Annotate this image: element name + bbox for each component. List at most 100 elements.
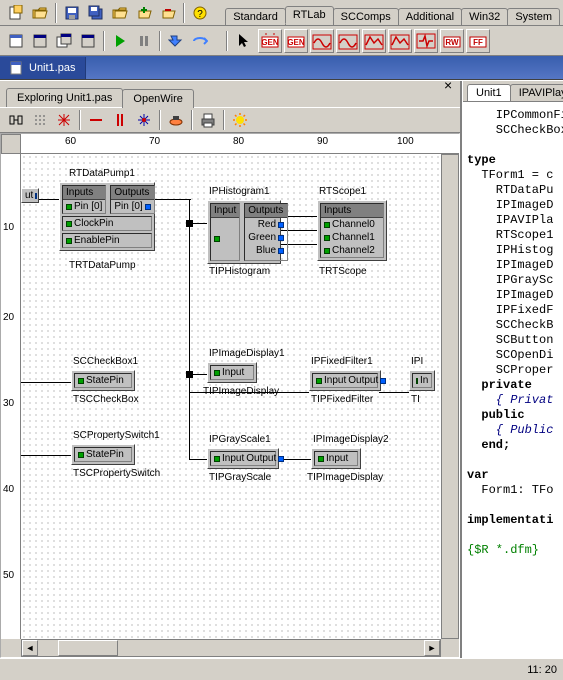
code-line: SCCheckB [467,318,553,332]
ow-tool-5[interactable] [109,109,131,131]
palette-tab-standard[interactable]: Standard [225,8,286,25]
palette-tab-additional[interactable]: Additional [398,8,462,25]
view-form-button[interactable] [29,30,51,52]
ow-tool-3[interactable] [53,109,75,131]
component-type: TRTDataPump [69,260,136,271]
toggle-form-unit-button[interactable] [53,30,75,52]
code-line: type [467,153,496,167]
file-tab-unit1[interactable]: Unit1.pas [0,57,86,79]
scroll-left-button[interactable]: ◄ [22,640,38,656]
palette-component-6[interactable] [388,29,412,53]
component-label: IPI [411,356,423,367]
component-cutoff-left[interactable]: ut [21,188,39,203]
save-button[interactable] [61,2,83,24]
code-line: SCProper [467,363,553,377]
scrollbar-horizontal[interactable]: ◄ ► [21,639,441,657]
component-ipfixedfilter[interactable]: InputOutput [309,370,381,391]
svg-text:RW: RW [445,38,459,47]
component-iphistogram[interactable]: Input Outputs Red Green Blue [207,200,281,264]
component-type: TIPImageDisplay [307,472,383,483]
help-button[interactable]: ? [189,2,211,24]
code-line: IPImageD [467,198,553,212]
ruler-tick: 60 [65,136,76,147]
scroll-thumb[interactable] [58,640,118,656]
pause-button[interactable] [133,30,155,52]
pin-label: EnablePin [74,235,120,246]
add-to-project-button[interactable] [133,2,155,24]
ow-tool-8[interactable] [229,109,251,131]
component-ipimagedisplay2[interactable]: Input [311,448,361,469]
code-editor[interactable]: IPCommonFi SCCheckBox type TForm1 = c RT… [463,102,563,658]
code-line: implementati [467,513,553,527]
close-panel-button[interactable]: × [444,81,454,91]
palette-component-3[interactable] [310,29,334,53]
component-ipi[interactable]: In [409,370,435,391]
pin-label: In [420,375,428,386]
palette-component-9[interactable]: FF [466,29,490,53]
code-line: IPImageD [467,288,553,302]
separator [103,31,105,51]
component-rtdatapump[interactable]: Inputs Pin [0] Outputs Pin [0] ClockPin … [59,182,155,251]
palette-tabs: Standard RTLab SCComps Additional Win32 … [225,2,559,24]
open-project-button[interactable] [109,2,131,24]
palette-tab-rtlab[interactable]: RTLab [285,6,334,24]
ruler-tick: 10 [3,222,14,233]
code-line: { Public [467,423,553,437]
ow-tool-2[interactable] [29,109,51,131]
svg-text:?: ? [197,9,203,20]
palette-pointer-button[interactable] [232,29,256,53]
code-tab-unit1[interactable]: Unit1 [467,84,511,101]
designer-tab-exploring[interactable]: Exploring Unit1.pas [6,88,123,107]
canvas[interactable]: ut RTDataPump1 Inputs Pin [0] Outputs Pi… [21,154,441,639]
col-header: Outputs [111,186,153,200]
remove-from-project-button[interactable] [157,2,179,24]
pin-label: Pin [0] [74,201,102,212]
component-ipimagedisplay1[interactable]: Input [207,362,257,383]
component-label: IPFixedFilter1 [311,356,373,367]
component-type: TIPImageDisplay [203,386,279,397]
new-form-button[interactable] [77,30,99,52]
file-tab-label: Unit1.pas [29,62,75,74]
palette-tab-win32[interactable]: Win32 [461,8,508,25]
code-line: { Privat [467,393,553,407]
run-button[interactable] [109,30,131,52]
scrollbar-vertical[interactable] [441,154,459,639]
ruler-tick: 20 [3,312,14,323]
view-unit-button[interactable] [5,30,27,52]
save-all-button[interactable] [85,2,107,24]
palette-component-2[interactable]: GEN [284,29,308,53]
palette-tab-sccomps[interactable]: SCComps [333,8,399,25]
step-over-button[interactable] [189,30,211,52]
ow-tool-4[interactable] [85,109,107,131]
palette-component-5[interactable] [362,29,386,53]
palette-component-8[interactable]: RW [440,29,464,53]
ow-tool-6[interactable] [133,109,155,131]
design-canvas[interactable]: 60 70 80 90 100 10 20 30 40 50 [0,133,460,658]
designer-tab-openwire[interactable]: OpenWire [122,89,194,108]
code-tab-ipaviplayer[interactable]: IPAVIPlayer [510,84,563,101]
pin-label: Input [222,367,244,378]
col-header: Outputs [245,204,287,218]
pin-label: Input [324,375,346,386]
ow-tool-7[interactable] [165,109,187,131]
ruler-tick: 70 [149,136,160,147]
palette-tab-system[interactable]: System [507,8,560,25]
open-button[interactable] [29,2,51,24]
new-items-button[interactable] [5,2,27,24]
ow-print-button[interactable] [197,109,219,131]
palette-component-7[interactable] [414,29,438,53]
palette-component-4[interactable] [336,29,360,53]
ruler-vertical: 10 20 30 40 50 [1,154,21,639]
ow-tool-1[interactable] [5,109,27,131]
component-ipgrayscale[interactable]: InputOutput [207,448,279,469]
ruler-tick: 90 [317,136,328,147]
component-scpropertyswitch[interactable]: StatePin [71,444,135,465]
component-sccheckbox[interactable]: StatePin [71,370,135,391]
component-type: TSCPropertySwitch [73,468,160,479]
wire [189,459,209,460]
component-type: TIPGrayScale [209,472,271,483]
scroll-right-button[interactable]: ► [424,640,440,656]
palette-component-1[interactable]: GEN [258,29,282,53]
trace-into-button[interactable] [165,30,187,52]
component-rtscope[interactable]: Inputs Channel0 Channel1 Channel2 [317,200,387,261]
